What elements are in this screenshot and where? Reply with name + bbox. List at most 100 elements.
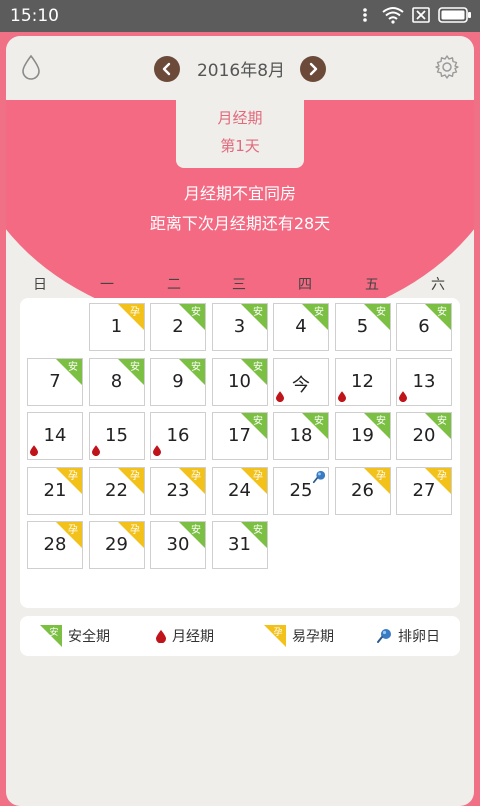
pin-icon: [312, 470, 326, 483]
blood-drop-icon: [153, 445, 161, 456]
blood-drop-icon: [30, 445, 38, 456]
svg-text:安: 安: [314, 414, 324, 427]
day-cell[interactable]: 25: [273, 466, 329, 515]
legend: 安 安全期 月经期 孕 易孕期 排卵日: [20, 616, 460, 656]
fertile-corner-icon: 孕: [117, 304, 144, 330]
weekday-fri: 五: [365, 277, 379, 293]
legend-menses: 月经期: [156, 626, 214, 646]
day-number: 15: [105, 425, 128, 446]
month-title: 2016年8月: [196, 61, 286, 81]
day-cell[interactable]: 23 孕: [150, 466, 206, 515]
legend-fertile-label: 易孕期: [292, 629, 334, 645]
prev-month-button[interactable]: [154, 56, 180, 82]
status-icons: [356, 6, 472, 24]
safe-corner-icon: 安: [240, 358, 267, 385]
blood-drop-icon: [337, 390, 346, 402]
day-cell[interactable]: 21 孕: [27, 466, 83, 515]
day-cell[interactable]: 30 安: [150, 521, 206, 569]
weekday-header: 日 一 二 三 四 五 六: [6, 274, 474, 294]
svg-text:安: 安: [191, 305, 201, 318]
settings-gear-icon[interactable]: [434, 54, 460, 80]
day-cell[interactable]: 8安: [88, 357, 145, 406]
day-cell[interactable]: 31 安: [211, 521, 268, 569]
day-number: 14: [43, 425, 67, 446]
svg-text:安: 安: [376, 305, 386, 318]
safe-corner-icon: 安: [425, 304, 451, 330]
fertile-corner-icon: 孕: [179, 467, 205, 494]
header: 2016年8月: [6, 36, 474, 100]
day-cell[interactable]: 26 孕: [334, 466, 391, 515]
blood-drop-icon: [399, 390, 407, 402]
day-cell[interactable]: 10 安: [211, 357, 268, 406]
day-cell[interactable]: 2安: [150, 303, 206, 351]
day-cell[interactable]: 3安: [211, 303, 268, 351]
fertile-corner-icon: 孕: [117, 522, 144, 548]
svg-text:安: 安: [253, 414, 263, 427]
day-cell[interactable]: 20 安: [396, 412, 452, 460]
svg-text:安: 安: [314, 305, 324, 318]
day-cell[interactable]: 7安: [27, 357, 83, 406]
day-cell[interactable]: 24 孕: [211, 466, 268, 515]
sim-blocked-icon: [412, 7, 430, 23]
svg-text:安: 安: [437, 414, 447, 427]
safe-corner-icon: 安: [117, 358, 144, 385]
day-cell[interactable]: 9安: [150, 357, 206, 406]
safe-corner-icon: 安: [240, 522, 267, 548]
day-cell[interactable]: 今: [273, 357, 329, 406]
day-cell[interactable]: 12: [334, 357, 391, 406]
phase-info-tab: 月经期 第1天: [176, 100, 304, 168]
day-cell[interactable]: 5安: [334, 303, 391, 351]
safe-corner-icon: 安: [179, 304, 205, 330]
safe-corner-icon: 安: [179, 358, 205, 385]
day-cell[interactable]: 29 孕: [88, 521, 145, 569]
day-cell[interactable]: 13: [396, 357, 452, 406]
svg-text:安: 安: [191, 523, 201, 536]
day-cell[interactable]: 22 孕: [88, 466, 145, 515]
day-cell[interactable]: 27 孕: [396, 466, 452, 515]
day-cell[interactable]: 16: [150, 412, 206, 460]
phase-label: 月经期: [217, 109, 263, 127]
svg-text:孕: 孕: [437, 470, 447, 482]
svg-text:孕: 孕: [376, 470, 386, 482]
day-cell[interactable]: 17 安: [211, 412, 268, 460]
day-cell[interactable]: 15: [88, 412, 145, 460]
legend-safe-label: 安全期: [68, 629, 110, 645]
svg-text:孕: 孕: [130, 470, 140, 482]
legend-ovulation-label: 排卵日: [398, 629, 440, 645]
legend-menses-label: 月经期: [172, 629, 214, 645]
calendar-grid: 1 孕 2 安 3 安 4 安 5 安 6 安 7 安 8 安 9 安 10 安今 12 13 14 15 16 17 安 18 安 19…: [20, 298, 460, 608]
svg-text:安: 安: [49, 626, 58, 638]
safe-corner-icon: 安: [363, 304, 390, 330]
next-month-button[interactable]: [300, 56, 326, 82]
day-cell[interactable]: 19 安: [334, 412, 391, 460]
day-cell[interactable]: 4安: [273, 303, 329, 351]
safe-corner-icon: 安: [240, 413, 267, 439]
weekday-wed: 三: [232, 277, 246, 293]
fertile-corner-icon: 孕: [240, 467, 267, 494]
day-cell[interactable]: 18 安: [273, 412, 329, 460]
drop-icon[interactable]: [20, 54, 42, 80]
fertile-corner-icon: 孕: [117, 467, 144, 494]
svg-text:安: 安: [68, 360, 78, 373]
phase-day-label: 第1天: [220, 137, 260, 155]
legend-ovulation: 排卵日: [376, 626, 440, 646]
svg-text:安: 安: [253, 360, 263, 373]
blood-drop-icon: [156, 629, 166, 643]
safe-corner-icon: 安: [40, 625, 62, 647]
day-cell[interactable]: 1孕: [88, 303, 145, 351]
weekday-mon: 一: [100, 277, 114, 293]
safe-corner-icon: 安: [363, 413, 390, 439]
fertile-corner-icon: 孕: [56, 522, 82, 548]
weekday-sat: 六: [431, 277, 445, 293]
legend-fertile: 孕 易孕期: [264, 625, 334, 647]
fertile-corner-icon: 孕: [425, 467, 451, 494]
safe-corner-icon: 安: [240, 304, 267, 330]
day-cell[interactable]: 6安: [396, 303, 452, 351]
svg-text:孕: 孕: [130, 524, 140, 536]
day-cell[interactable]: 28 孕: [27, 521, 83, 569]
safe-corner-icon: 安: [425, 413, 451, 439]
signal-dots-icon: [363, 8, 367, 22]
day-number: 13: [412, 370, 436, 392]
day-cell[interactable]: 14: [27, 412, 83, 460]
safe-corner-icon: 安: [179, 522, 205, 548]
